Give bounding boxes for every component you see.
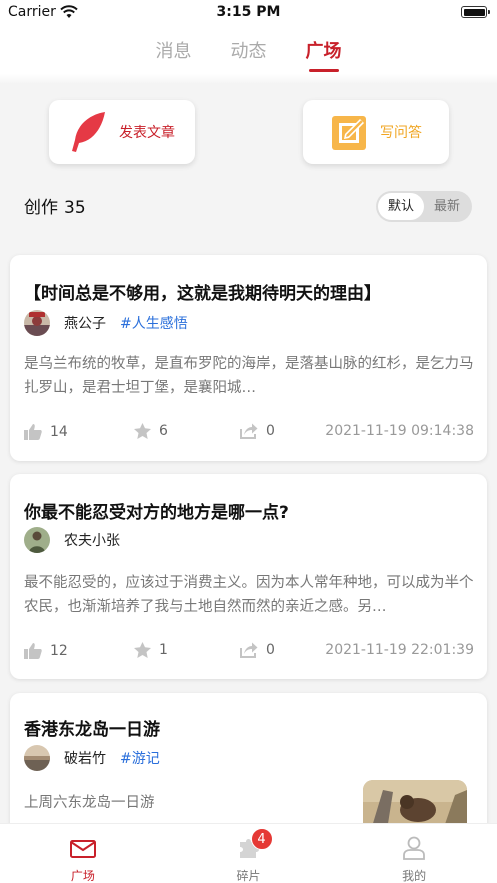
sort-latest-option[interactable]: 最新 [424,193,470,220]
tab-bar-fragments[interactable]: 4 碎片 [166,824,332,883]
favorite-button[interactable]: 6 [134,423,168,439]
avatar[interactable] [24,310,50,336]
post-excerpt: 最不能忍受的，应该过于消费主义。因为本人常年种地，可以成为半个农民，也渐渐培养了… [24,575,474,615]
publish-article-button[interactable]: 发表文章 [49,100,195,164]
publish-article-label: 发表文章 [119,125,175,141]
author-row: 农夫小张 [24,527,120,553]
battery-icon [461,6,490,18]
share-icon [240,642,258,658]
share-icon [240,423,258,439]
write-answer-button[interactable]: 写问答 [303,100,449,164]
avatar[interactable] [24,527,50,553]
thumbs-up-icon [24,643,42,659]
post-card[interactable]: 【时间总是不够用，这就是我期待明天的理由】 燕公子 #人生感悟 是乌兰布统的牧草… [10,255,487,461]
header-divider [0,74,497,84]
tab-updates[interactable]: 动态 [229,37,269,63]
tab-bar-plaza-label: 广场 [70,869,95,883]
like-button[interactable]: 14 [24,423,68,440]
write-answer-label: 写问答 [380,125,422,141]
notification-badge: 4 [250,828,273,850]
post-card[interactable]: 你最不能忍受对方的地方是哪一点? 农夫小张 最不能忍受的，应该过于消费主义。因为… [10,474,487,679]
profile-icon [403,836,426,860]
share-button[interactable]: 0 [240,642,275,658]
like-count: 14 [50,423,68,440]
post-stats: 12 1 0 2021-11-19 22:01:39 [24,642,474,662]
like-count: 12 [50,642,68,659]
topic-tag[interactable]: #人生感悟 [120,313,188,333]
plaza-envelope-icon [69,840,96,858]
favorite-count: 1 [159,642,168,658]
tab-bar-fragments-label: 碎片 [236,869,261,883]
status-bar: Carrier 3:15 PM [0,0,497,26]
share-count: 0 [266,642,275,658]
top-tabs: 消息 动态 广场 [0,26,497,74]
clock: 3:15 PM [216,4,281,20]
sort-default-option[interactable]: 默认 [378,193,424,220]
creation-label: 创作 [24,198,58,218]
creation-number: 35 [64,198,86,218]
author-name[interactable]: 农夫小张 [64,530,120,550]
author-row: 燕公子 #人生感悟 [24,310,188,336]
star-icon [134,423,151,439]
tab-plaza[interactable]: 广场 [304,37,344,63]
tab-bar-mine[interactable]: 我的 [331,824,497,883]
post-excerpt: 是乌兰布统的牧草，是直布罗陀的海岸，是落基山脉的红杉，是乞力马扎罗山，是君士坦丁… [24,356,474,396]
bottom-tab-bar: 广场 4 碎片 我的 [0,823,497,883]
creation-count: 创作 35 [24,193,92,218]
post-date: 2021-11-19 22:01:39 [325,642,474,658]
thumbs-up-icon [24,424,42,440]
post-title: 你最不能忍受对方的地方是哪一点? [24,503,289,523]
avatar[interactable] [24,745,50,771]
feather-icon [72,112,105,152]
favorite-count: 6 [159,423,168,439]
favorite-button[interactable]: 1 [134,642,168,658]
share-button[interactable]: 0 [240,423,275,439]
author-name[interactable]: 破岩竹 [64,748,106,768]
sort-toggle: 默认 最新 [376,191,472,222]
post-stats: 14 6 0 2021-11-19 09:14:38 [24,423,474,443]
topic-tag[interactable]: #游记 [120,748,160,768]
star-icon [134,642,151,658]
tab-messages[interactable]: 消息 [154,37,194,63]
tab-bar-plaza[interactable]: 广场 [0,824,166,883]
post-title: 香港东龙岛一日游 [24,720,160,740]
author-name[interactable]: 燕公子 [64,313,106,333]
like-button[interactable]: 12 [24,642,68,659]
tab-bar-mine-label: 我的 [402,869,427,883]
post-card[interactable]: 香港东龙岛一日游 破岩竹 #游记 上周六东龙岛一日游 [10,693,487,833]
post-title: 【时间总是不够用，这就是我期待明天的理由】 [24,284,381,304]
edit-icon [332,116,366,150]
author-row: 破岩竹 #游记 [24,745,160,771]
share-count: 0 [266,423,275,439]
post-date: 2021-11-19 09:14:38 [325,423,474,439]
